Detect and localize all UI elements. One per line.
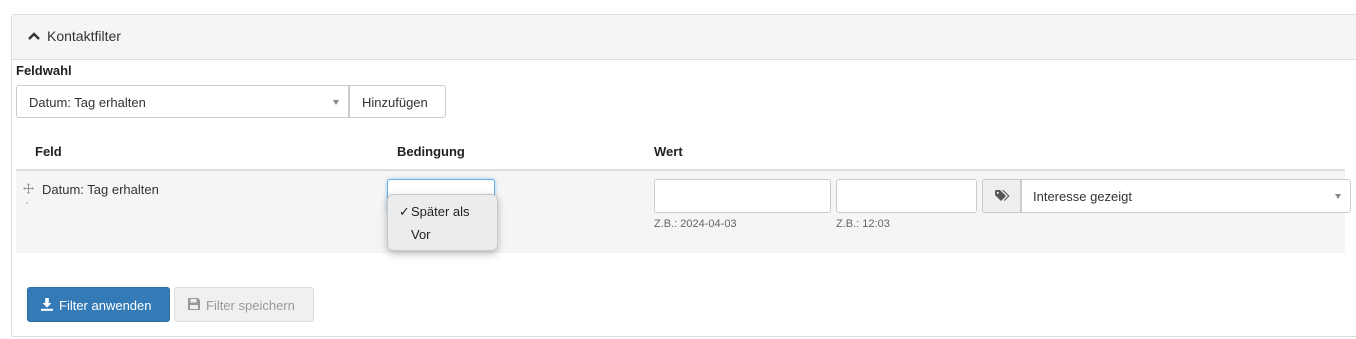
tag-select[interactable]: Interesse gezeigt <box>1021 179 1351 213</box>
column-header-field: Feld <box>35 144 62 159</box>
condition-option-later[interactable]: ✓Später als <box>399 204 470 220</box>
floppy-disk-icon <box>188 298 200 310</box>
tag-select-value: Interesse gezeigt <box>1033 189 1133 204</box>
condition-option-label: Vor <box>411 227 431 242</box>
column-header-condition: Bedingung <box>397 144 465 159</box>
condition-dropdown-menu: ✓Später als Vor <box>387 194 498 251</box>
date-input[interactable] <box>654 179 831 213</box>
time-hint: Z.B.: 12:03 <box>836 218 890 230</box>
add-button[interactable]: Hinzufügen <box>349 85 446 118</box>
tags-icon <box>995 190 1010 201</box>
apply-filter-label: Filter anwenden <box>59 298 152 313</box>
field-selection-label: Feldwahl <box>16 63 72 78</box>
caret-down-icon <box>1335 194 1341 199</box>
condition-option-label: Später als <box>411 204 470 219</box>
download-icon <box>41 298 53 311</box>
caret-down-icon <box>333 100 339 105</box>
date-hint: Z.B.: 2024-04-03 <box>654 218 737 230</box>
save-filter-button[interactable]: Filter speichern <box>174 287 314 322</box>
time-input[interactable] <box>836 179 977 213</box>
row-divider-dot <box>26 202 28 204</box>
field-select[interactable]: Datum: Tag erhalten <box>16 85 349 118</box>
chevron-up-icon <box>28 32 40 40</box>
add-button-label: Hinzufügen <box>362 95 428 110</box>
move-icon[interactable] <box>23 183 34 194</box>
column-header-value: Wert <box>654 144 683 159</box>
field-select-value: Datum: Tag erhalten <box>29 95 146 110</box>
filter-row: Datum: Tag erhalten Z.B.: 2024-04-03 Z.B… <box>16 169 1351 253</box>
save-filter-label: Filter speichern <box>206 298 295 313</box>
panel-header[interactable]: Kontaktfilter <box>12 15 1356 60</box>
tag-button[interactable] <box>982 179 1021 213</box>
apply-filter-button[interactable]: Filter anwenden <box>27 287 170 322</box>
checkmark-icon: ✓ <box>399 204 410 219</box>
row-field-name: Datum: Tag erhalten <box>42 182 159 197</box>
condition-option-before[interactable]: Vor <box>399 227 431 242</box>
panel-title: Kontaktfilter <box>47 28 121 44</box>
